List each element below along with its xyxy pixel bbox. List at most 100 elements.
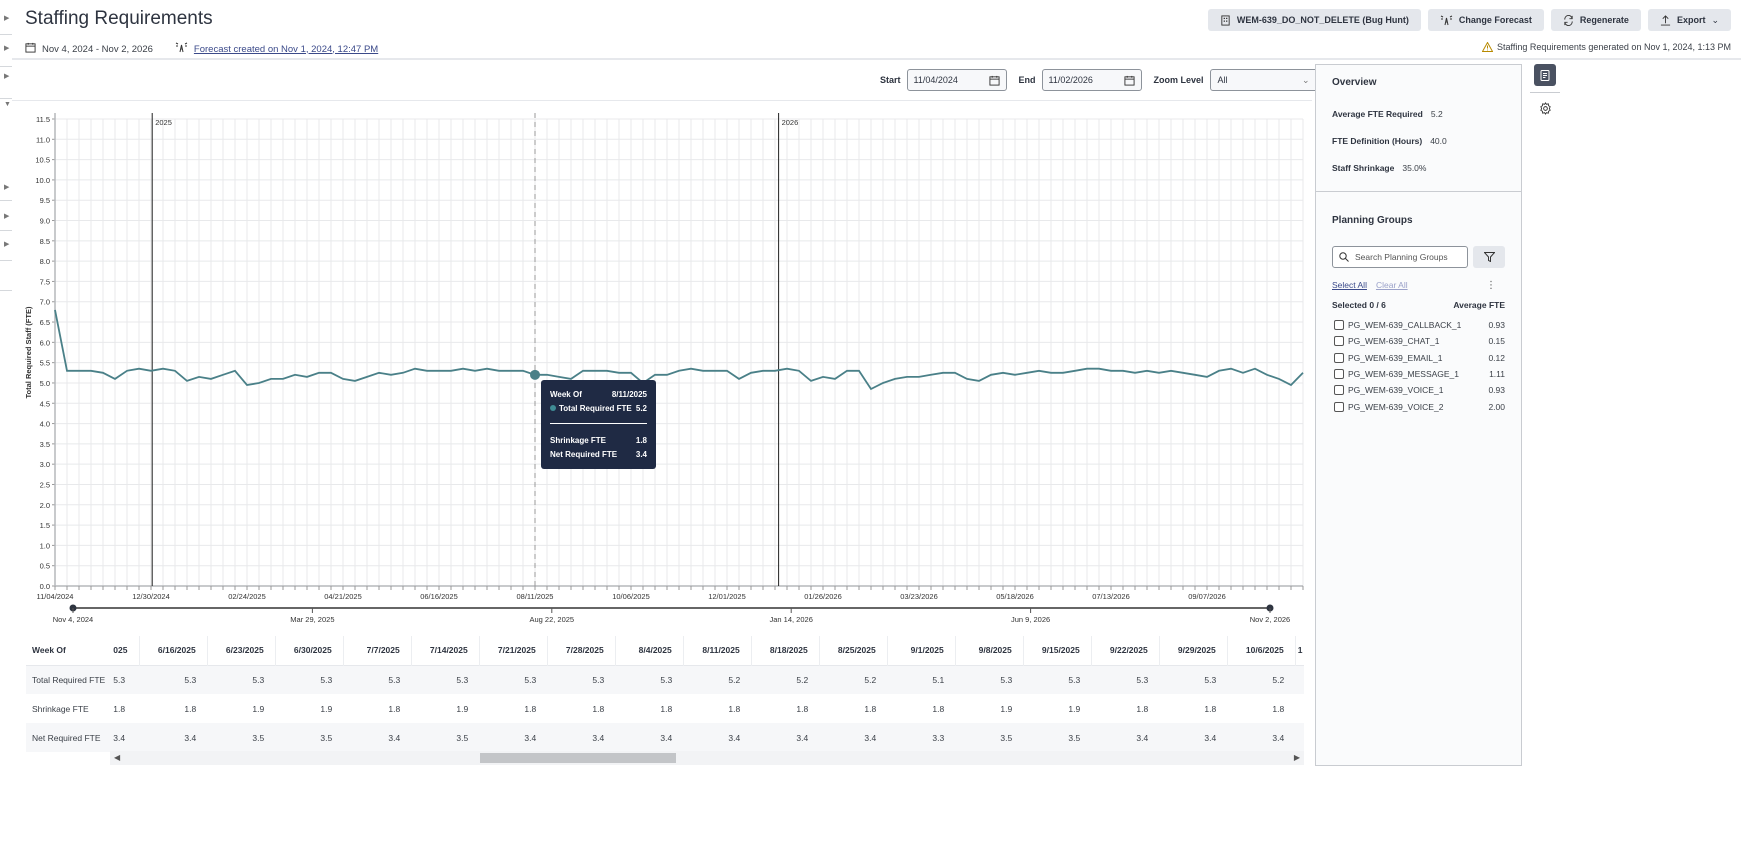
refresh-icon bbox=[1564, 14, 1573, 26]
end-date-input[interactable]: 11/02/2026 bbox=[1041, 69, 1142, 91]
expand-caret-icon[interactable]: ▶ bbox=[4, 183, 9, 191]
scroll-right-icon[interactable]: ▶ bbox=[1294, 753, 1300, 762]
checkbox[interactable] bbox=[1334, 320, 1344, 331]
chart-background bbox=[12, 108, 1312, 628]
column-header[interactable]: 7/21/2025 bbox=[479, 636, 548, 665]
column-header[interactable]: 7/14/2025 bbox=[411, 636, 480, 665]
table-cell: 3.3 bbox=[932, 732, 945, 743]
zoom-level-select[interactable]: All ⌄ bbox=[1209, 69, 1318, 91]
checkbox[interactable] bbox=[1334, 385, 1344, 396]
table-row: Total Required FTE 5.3 5.3 5.3 5.3 5.3 5.3 5.3 5… bbox=[26, 665, 1304, 694]
column-header[interactable]: 8/11/2025 bbox=[683, 636, 752, 665]
x-tick-label: 08/11/2025 bbox=[517, 592, 554, 601]
expand-caret-icon[interactable]: ▶ bbox=[4, 240, 9, 248]
table-horizontal-scrollbar[interactable]: ◀ ▶ bbox=[110, 751, 1304, 765]
table-cell: 1.8 bbox=[796, 703, 809, 714]
column-header[interactable]: 1 bbox=[1295, 636, 1304, 665]
table-cell: 1.8 bbox=[728, 703, 741, 714]
chevron-down-icon: ⌄ bbox=[1711, 14, 1719, 25]
column-header[interactable]: 9/29/2025 bbox=[1159, 636, 1228, 665]
planning-group-item[interactable]: PG_WEM-639_VOICE_2 2.00 bbox=[1334, 398, 1505, 414]
calendar-icon[interactable] bbox=[1123, 75, 1135, 86]
table-cell: 5.3 bbox=[1000, 674, 1013, 685]
clear-all-link[interactable]: Clear All bbox=[1376, 280, 1408, 290]
table-cell: 5.3 bbox=[660, 674, 673, 685]
regenerate-button[interactable]: Regenerate bbox=[1550, 9, 1641, 31]
row-label: Total Required FTE bbox=[32, 674, 106, 685]
expand-caret-icon[interactable]: ▶ bbox=[4, 212, 9, 220]
page-title: Staffing Requirements bbox=[25, 8, 213, 29]
checkbox[interactable] bbox=[1334, 369, 1344, 380]
warning-icon bbox=[1482, 42, 1494, 52]
column-header[interactable]: 9/22/2025 bbox=[1091, 636, 1160, 665]
filter-button[interactable] bbox=[1473, 246, 1505, 268]
scroll-left-icon[interactable]: ◀ bbox=[114, 753, 120, 762]
expand-caret-icon[interactable]: ▶ bbox=[4, 44, 9, 52]
y-tick-label: 6.5 bbox=[40, 318, 50, 327]
y-tick-label: 2.5 bbox=[40, 480, 50, 489]
chart-controls: Start 11/04/2024 End 11/02/2026 Zoom Lev… bbox=[880, 69, 1318, 91]
planning-group-item[interactable]: PG_WEM-639_CALLBACK_1 0.93 bbox=[1334, 317, 1505, 333]
planning-group-item[interactable]: PG_WEM-639_MESSAGE_1 1.11 bbox=[1334, 366, 1505, 382]
column-header[interactable]: 6/23/2025 bbox=[207, 636, 276, 665]
expand-caret-icon[interactable]: ▶ bbox=[4, 14, 9, 22]
checkbox[interactable] bbox=[1334, 401, 1344, 412]
table-cell: 3.4 bbox=[796, 732, 809, 743]
planning-group-name: PG_WEM-639_EMAIL_1 bbox=[1348, 352, 1443, 363]
column-header[interactable]: 6/30/2025 bbox=[275, 636, 344, 665]
planning-group-item[interactable]: PG_WEM-639_VOICE_1 0.93 bbox=[1334, 382, 1505, 398]
change-forecast-button[interactable]: Change Forecast bbox=[1427, 9, 1544, 31]
search-icon bbox=[1339, 252, 1349, 262]
column-header[interactable]: 7/28/2025 bbox=[547, 636, 616, 665]
expand-caret-icon[interactable]: ▶ bbox=[4, 72, 9, 80]
column-header[interactable]: 7/7/2025 bbox=[343, 636, 412, 665]
column-header[interactable]: 9/1/2025 bbox=[887, 636, 956, 665]
chevron-down-icon: ⌄ bbox=[1301, 74, 1310, 85]
divider bbox=[0, 34, 12, 35]
calendar-icon[interactable] bbox=[988, 75, 1000, 86]
y-tick-label: 5.5 bbox=[40, 359, 50, 368]
year-marker-label: 2025 bbox=[155, 118, 172, 127]
hovered-data-point[interactable] bbox=[530, 369, 540, 380]
more-options-icon[interactable]: ⋮ bbox=[1486, 280, 1496, 291]
header-meta: Nov 4, 2024 - Nov 2, 2026 Forecast creat… bbox=[25, 42, 378, 56]
column-header[interactable]: 8/18/2025 bbox=[751, 636, 820, 665]
divider bbox=[0, 66, 12, 67]
checkbox[interactable] bbox=[1334, 352, 1344, 363]
table-cell: 5.3 bbox=[524, 674, 537, 685]
forecast-link[interactable]: Forecast created on Nov 1, 2024, 12:47 P… bbox=[194, 44, 378, 55]
planning-group-name: PG_WEM-639_VOICE_1 bbox=[1348, 385, 1444, 396]
planning-group-item[interactable]: PG_WEM-639_CHAT_1 0.15 bbox=[1334, 333, 1505, 349]
column-header[interactable]: 10/6/2025 bbox=[1227, 636, 1296, 665]
settings-button[interactable] bbox=[1534, 97, 1556, 119]
table-cell: 5.2 bbox=[1272, 674, 1285, 685]
export-button[interactable]: Export ⌄ bbox=[1647, 9, 1731, 31]
table-cell: 3.4 bbox=[1204, 732, 1217, 743]
column-header[interactable]: 9/8/2025 bbox=[955, 636, 1024, 665]
checkbox[interactable] bbox=[1334, 336, 1344, 347]
planning-group-search-input[interactable]: Search Planning Groups bbox=[1332, 246, 1468, 268]
gear-icon bbox=[1539, 101, 1551, 115]
column-header[interactable]: 9/15/2025 bbox=[1023, 636, 1092, 665]
select-all-link[interactable]: Select All bbox=[1332, 280, 1367, 290]
planning-group-item[interactable]: PG_WEM-639_EMAIL_1 0.12 bbox=[1334, 350, 1505, 366]
column-header[interactable]: 025 bbox=[111, 636, 140, 665]
overview-fte-definition: FTE Definition (Hours) 40.0 bbox=[1332, 136, 1447, 146]
details-panel-button[interactable] bbox=[1534, 64, 1556, 86]
y-tick-label: 10.0 bbox=[35, 176, 50, 185]
business-unit-button[interactable]: WEM-639_DO_NOT_DELETE (Bug Hunt) bbox=[1207, 9, 1421, 31]
start-date-input[interactable]: 11/04/2024 bbox=[906, 69, 1007, 91]
column-header[interactable]: 8/25/2025 bbox=[819, 636, 888, 665]
scrollbar-thumb[interactable] bbox=[480, 753, 676, 763]
table-cell: 1.8 bbox=[113, 703, 126, 714]
planning-group-name: PG_WEM-639_MESSAGE_1 bbox=[1348, 369, 1460, 380]
fte-table: Week Of 025 6/16/2025 6/23/2025 6/30/2025 7/7… bbox=[26, 636, 1304, 754]
planning-group-name: PG_WEM-639_CALLBACK_1 bbox=[1348, 320, 1462, 331]
table-cell: 3.4 bbox=[660, 732, 673, 743]
collapse-caret-icon[interactable]: ▼ bbox=[4, 101, 11, 108]
y-tick-label: 1.5 bbox=[40, 521, 50, 530]
fte-line-chart[interactable]: 0.0 0.5 1.0 1.5 2.0 2.5 3.0 3.5 4.0 4.5 5.0 5.5 6.0 6… bbox=[12, 108, 1312, 628]
column-header[interactable]: 8/4/2025 bbox=[615, 636, 684, 665]
column-header[interactable]: 6/16/2025 bbox=[139, 636, 208, 665]
table-cell: 5.2 bbox=[864, 674, 877, 685]
